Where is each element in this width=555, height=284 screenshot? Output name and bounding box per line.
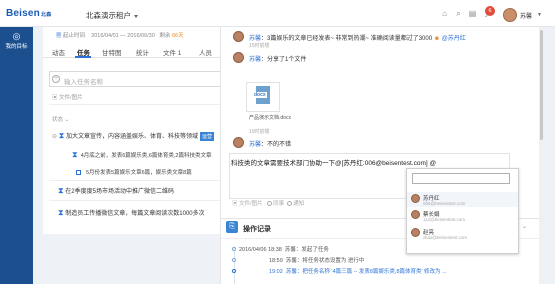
divider [49, 180, 224, 181]
divider [49, 200, 224, 201]
radio-icon [287, 201, 293, 207]
notify-toggle[interactable]: 通知 [287, 201, 304, 207]
tenant-switcher[interactable]: 北森演示租户 [86, 10, 138, 21]
log-entry: 2016/04/06 18:38 苏馨：发起了任务 [239, 247, 329, 253]
subtask-row[interactable]: ⧗ 4月底之前，发表6篇娱乐类,6篇体育类,2篇科技类文章 [72, 150, 211, 160]
project-period: ▦ 起止时间 2016/04/01 — 2016/06/30 剩余 66天 [56, 33, 184, 39]
timeline-dot [232, 247, 236, 251]
log-icon: ⎘ [226, 221, 238, 233]
person-avatar [411, 228, 420, 237]
status-filter[interactable]: 状态 ⌄ [52, 115, 69, 123]
task-row[interactable]: ⊖ ⧗ 加大文章宣传，内容涵盖娱乐、体育、科技等领域 [52, 131, 198, 141]
timeline-dot [232, 258, 236, 262]
sidebar [0, 27, 33, 284]
timeline-line [234, 246, 235, 284]
docx-file-icon: docx [253, 86, 270, 104]
app-logo[interactable]: Beisen北森 [6, 8, 51, 19]
search-icon[interactable]: ⌕ [454, 9, 463, 18]
document-icon[interactable]: ▤ [468, 9, 477, 18]
file-attach-link[interactable]: ▣ 文件/图片 [52, 93, 83, 101]
task-name-input[interactable]: 输入任务名称 [49, 71, 224, 87]
user-name[interactable]: 苏馨 [520, 11, 532, 20]
hourglass-icon: ⧗ [58, 131, 65, 140]
log-entry: 18:59 苏馨：将任务状态设置为 进行中 [269, 258, 365, 264]
emoji-icon: ☻ [433, 36, 441, 42]
sync-colleague-toggle[interactable]: 同事 [267, 201, 284, 207]
tab-statistics[interactable]: 统计 [136, 47, 149, 57]
subtask-checkbox[interactable] [76, 170, 81, 175]
file-name[interactable]: 产品演示文档.docx [249, 114, 291, 121]
task-row[interactable]: ⧗ 在2季度度5场市场活动中推广微信二维码 [58, 186, 174, 196]
radio-icon [267, 201, 273, 207]
composer-toolbar: ▣ 文件/图片 同事 通知 [232, 199, 304, 207]
user-avatar[interactable] [503, 8, 517, 22]
tab-members[interactable]: 人员 [199, 47, 212, 57]
comment-time: 15时前楼 [249, 43, 270, 49]
sidebar-item-my-goals[interactable]: ◎ 我的目标 [3, 31, 30, 50]
commenter-avatar [233, 52, 244, 63]
tab-active-indicator [75, 56, 91, 58]
commenter-avatar [233, 137, 244, 148]
add-icon: + [52, 75, 60, 83]
calendar-icon: ▦ [56, 33, 62, 39]
comment-text: 苏馨：不的不错 [249, 142, 292, 148]
log-entry: 19:02 苏馨：把任务名称 ‘4篇三篇 -- 发表8篇娱乐类,8篇体育类’ 修… [269, 269, 447, 275]
notification-badge: 6 [485, 6, 495, 16]
collapse-log-icon[interactable]: ⌄ [522, 223, 527, 230]
tab-gantt[interactable]: 甘特图 [102, 47, 122, 57]
hourglass-icon: ⧗ [58, 186, 64, 195]
chevron-down-icon[interactable]: ▼ [537, 12, 542, 18]
tab-activity[interactable]: 动态 [52, 47, 65, 57]
attach-file-button[interactable]: ▣ 文件/图片 [232, 201, 263, 207]
commenter-avatar [233, 31, 244, 42]
comment-text: 苏馨：3篇娱乐的文章已经发表~ 非常到热潮~ 准确阅读量都过了3000 ☻ @苏… [249, 36, 466, 42]
timeline-dot [232, 269, 236, 273]
composer-text[interactable]: 科技类的文章需要技术部门协助一下@[苏丹红:006@beisentest.com… [231, 157, 436, 167]
home-icon[interactable]: ⌂ [440, 9, 449, 18]
tab-files[interactable]: 文件 1 [163, 47, 181, 57]
hourglass-icon: ⧗ [58, 208, 64, 217]
comment-text: 苏馨：分享了1个文件 [249, 57, 307, 63]
project-tabs [43, 44, 224, 58]
hourglass-icon: ⧗ [72, 150, 78, 159]
subtask-row[interactable]: 5月份发表5篇娱乐文章6篇，娱乐类文章8篇 [86, 168, 192, 176]
mention-option-email: 112@beisentest.com [423, 217, 466, 222]
mention-option-email: 006@beisentest.com [423, 201, 466, 206]
person-avatar [411, 194, 420, 203]
expand-icon: ⊖ [52, 134, 58, 140]
mention-option-email: zliao@beisentest.com [423, 235, 468, 240]
target-icon: ◎ [12, 31, 21, 41]
operation-log-title: 操作记录 [243, 226, 271, 233]
task-tag: 运营 [200, 132, 215, 141]
task-row[interactable]: ⧗ 制造员工传播微信文章，每篇文章阅读次数1000多次 [58, 208, 205, 218]
image-icon: ▣ [52, 95, 58, 101]
mention-search-input[interactable] [412, 173, 510, 184]
comment-time: 19时前楼 [249, 129, 270, 135]
divider [49, 104, 224, 105]
scrollbar-thumb[interactable] [540, 30, 543, 140]
person-avatar [411, 210, 420, 219]
image-icon: ▣ [232, 201, 238, 207]
